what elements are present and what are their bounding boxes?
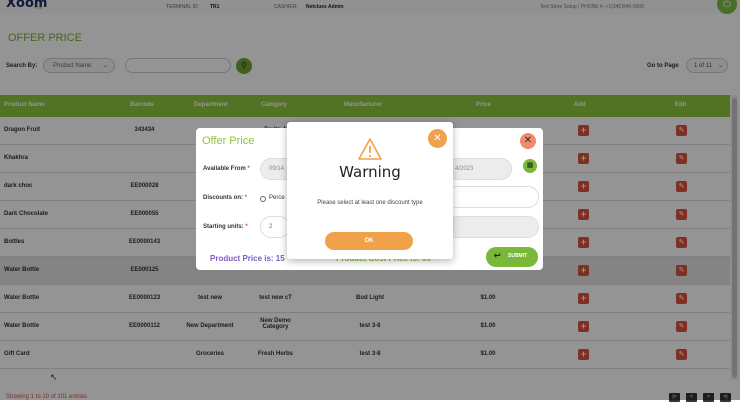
submit-button[interactable]: ↩ SUBMIT [486,247,538,267]
calendar-icon: ▦ [526,162,534,169]
percent-radio[interactable] [260,196,266,202]
close-icon: ✕ [433,133,442,144]
required-mark: * [244,195,248,201]
starting-units-input[interactable]: 2 [260,216,290,238]
available-to-input[interactable]: 4/2023 [446,158,512,180]
discount-value-input[interactable] [446,186,539,208]
warning-icon [358,138,382,160]
close-icon: ✕ [523,135,533,146]
available-from-label: Available From [203,166,246,172]
calendar-button[interactable]: ▦ [523,159,537,173]
percent-radio-label: Perce [269,195,285,201]
warning-dialog: ✕ Warning Please select at least one dis… [287,122,453,259]
ending-units-input[interactable] [446,216,539,238]
warning-title: Warning [339,163,401,181]
required-mark: * [245,224,248,230]
submit-label: SUBMIT [508,253,528,259]
offer-modal-title: Offer Price [202,135,255,147]
required-mark: * [247,166,250,172]
return-icon: ↩ [494,251,501,260]
warning-close-button[interactable]: ✕ [428,129,447,148]
starting-units-label: Starting units: [203,224,244,230]
mouse-cursor-icon: ↖ [50,372,58,382]
ok-button[interactable]: OK [325,232,413,250]
warning-message: Please select at least one discount type [317,200,423,206]
discounts-on-label: Discounts on: [203,195,243,201]
offer-modal-close-button[interactable]: ✕ [520,133,536,149]
product-price-text: Product Price is: 15 [210,254,285,263]
